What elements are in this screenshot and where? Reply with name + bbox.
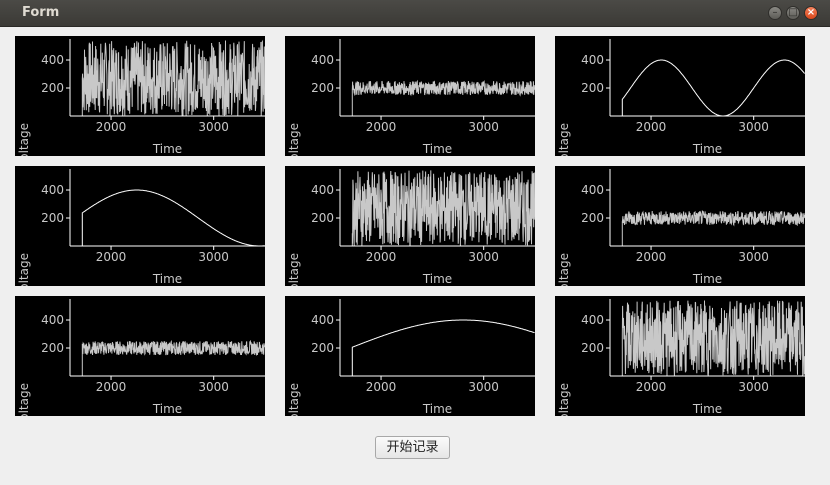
plot-semg5: 200 400 2000 3000 Time sEMG5 Voltage [285,166,535,286]
y-tick-label: 400 [41,313,64,327]
y-tick-label: 200 [581,81,604,95]
plot-semg8: 200 400 2000 3000 Time sEMG8 Voltage [285,296,535,416]
chart-svg: 200 400 2000 3000 Time sEMG2 Voltage [287,39,535,156]
y-tick-label: 400 [311,53,334,67]
x-tick-label: 3000 [468,120,499,134]
x-tick-label: 3000 [198,380,229,394]
x-tick-label: 2000 [636,120,667,134]
y-tick-label: 200 [41,341,64,355]
plot-semg7: 200 400 2000 3000 Time sEMG7 Voltage [15,296,265,416]
x-axis-label: Time [692,142,722,156]
y-tick-label: 400 [311,183,334,197]
chart-svg: 200 400 2000 3000 Time sEMG3 Voltage [557,39,805,156]
chart-svg: 200 400 2000 3000 Time sEMG7 Voltage [17,299,265,416]
signal-line [81,189,265,247]
x-axis-label: Time [152,402,182,416]
y-axis-label: sEMG1 Voltage [17,123,31,156]
x-tick-label: 3000 [468,250,499,264]
y-tick-label: 400 [41,53,64,67]
x-axis-label: Time [422,402,452,416]
x-axis-label: Time [692,402,722,416]
y-tick-label: 200 [311,211,334,225]
signal-line [621,59,805,117]
x-tick-label: 3000 [198,250,229,264]
y-tick-label: 200 [311,341,334,355]
signal-line [351,79,535,117]
chart-svg: 200 400 2000 3000 Time sEMG8 Voltage [287,299,535,416]
y-axis-label: sEMG7 Voltage [17,383,31,416]
x-tick-label: 2000 [636,380,667,394]
plot-semg2: 200 400 2000 3000 Time sEMG2 Voltage [285,36,535,156]
x-tick-label: 3000 [198,120,229,134]
minimize-button[interactable]: – [768,6,782,20]
y-tick-label: 200 [41,81,64,95]
y-axis-label: sEMG8 Voltage [287,383,301,416]
signal-line [351,319,535,377]
form-window: Form – □ × 200 400 2000 3000 Time sEMG1 Volta… [0,0,830,485]
chart-svg: 200 400 2000 3000 Time sEMG6 Voltage [557,169,805,286]
x-tick-label: 3000 [738,120,769,134]
chart-svg: 200 400 2000 3000 Time sEMG1 Voltage [17,39,265,156]
x-axis-label: Time [422,272,452,286]
x-tick-label: 2000 [366,250,397,264]
maximize-icon: □ [788,7,798,18]
title-bar[interactable]: Form – □ × [0,0,830,27]
x-axis-label: Time [422,142,452,156]
close-button[interactable]: × [804,6,818,20]
x-tick-label: 3000 [738,250,769,264]
y-axis-label: sEMG4 Voltage [17,253,31,286]
minimize-icon: – [772,7,778,18]
y-tick-label: 400 [581,313,604,327]
x-tick-label: 2000 [636,250,667,264]
y-tick-label: 200 [41,211,64,225]
x-axis-label: Time [152,272,182,286]
y-tick-label: 200 [581,341,604,355]
chart-svg: 200 400 2000 3000 Time sEMG9 Voltage [557,299,805,416]
plot-semg6: 200 400 2000 3000 Time sEMG6 Voltage [555,166,805,286]
y-axis-label: sEMG9 Voltage [557,383,571,416]
x-tick-label: 2000 [96,250,127,264]
signal-line [81,339,265,377]
signal-line [81,39,265,117]
y-tick-label: 400 [581,53,604,67]
signal-line [621,210,805,247]
x-tick-label: 2000 [366,380,397,394]
x-axis-label: Time [152,142,182,156]
chart-svg: 200 400 2000 3000 Time sEMG5 Voltage [287,169,535,286]
signal-line [621,300,805,377]
x-axis-label: Time [692,272,722,286]
x-tick-label: 2000 [366,120,397,134]
x-tick-label: 3000 [468,380,499,394]
y-tick-label: 400 [311,313,334,327]
maximize-button[interactable]: □ [786,6,800,20]
close-icon: × [806,7,816,18]
y-axis-label: sEMG5 Voltage [287,253,301,286]
plot-semg1: 200 400 2000 3000 Time sEMG1 Voltage [15,36,265,156]
start-recording-button[interactable]: 开始记录 [375,436,450,459]
plot-semg9: 200 400 2000 3000 Time sEMG9 Voltage [555,296,805,416]
y-axis-label: sEMG6 Voltage [557,253,571,286]
plot-semg4: 200 400 2000 3000 Time sEMG4 Voltage [15,166,265,286]
x-tick-label: 2000 [96,120,127,134]
signal-line [351,170,535,247]
y-tick-label: 400 [41,183,64,197]
y-tick-label: 400 [581,183,604,197]
y-tick-label: 200 [581,211,604,225]
y-tick-label: 200 [311,81,334,95]
chart-svg: 200 400 2000 3000 Time sEMG4 Voltage [17,169,265,286]
plot-semg3: 200 400 2000 3000 Time sEMG3 Voltage [555,36,805,156]
y-axis-label: sEMG2 Voltage [287,123,301,156]
window-title: Form [22,5,60,20]
x-tick-label: 3000 [738,380,769,394]
y-axis-label: sEMG3 Voltage [557,123,571,156]
x-tick-label: 2000 [96,380,127,394]
